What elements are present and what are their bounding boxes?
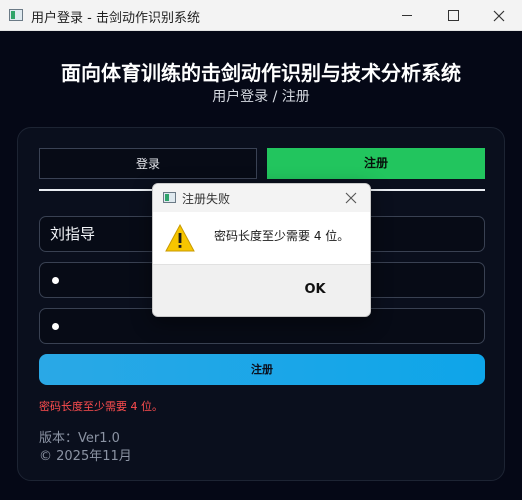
password-mask-dot: [52, 277, 59, 284]
minimize-button[interactable]: [384, 0, 430, 31]
close-icon: [493, 10, 505, 22]
registration-failed-dialog: 注册失败 密码长度至少需要 4 位。 OK: [152, 183, 371, 317]
window-title: 用户登录 - 击剑动作识别系统: [31, 11, 200, 26]
tab-register[interactable]: 注册: [267, 148, 485, 179]
register-submit-button[interactable]: 注册: [39, 354, 485, 385]
dialog-titlebar: 注册失败: [153, 184, 370, 212]
ok-button[interactable]: OK: [298, 281, 332, 299]
version-label: 版本：Ver1.0: [39, 431, 120, 446]
close-icon: [345, 192, 357, 204]
dialog-message: 密码长度至少需要 4 位。: [214, 229, 350, 243]
dialog-body: 密码长度至少需要 4 位。: [153, 212, 370, 264]
maximize-button[interactable]: [430, 0, 476, 31]
dialog-close-button[interactable]: [343, 190, 359, 206]
tab-login[interactable]: 登录: [39, 148, 257, 179]
confirm-password-mask-dot: [52, 323, 59, 330]
app-icon: [9, 9, 23, 21]
dialog-footer: OK: [153, 264, 370, 316]
page-subtitle: 用户登录 / 注册: [212, 89, 310, 105]
close-button[interactable]: [476, 0, 522, 31]
copyright-label: © 2025年11月: [39, 449, 132, 464]
window-titlebar: 用户登录 - 击剑动作识别系统: [0, 0, 522, 31]
dialog-title: 注册失败: [182, 192, 231, 206]
page-title: 面向体育训练的击剑动作识别与技术分析系统: [61, 61, 461, 85]
warning-icon: [165, 224, 195, 252]
app-icon: [163, 192, 176, 203]
error-message: 密码长度至少需要 4 位。: [39, 400, 163, 413]
